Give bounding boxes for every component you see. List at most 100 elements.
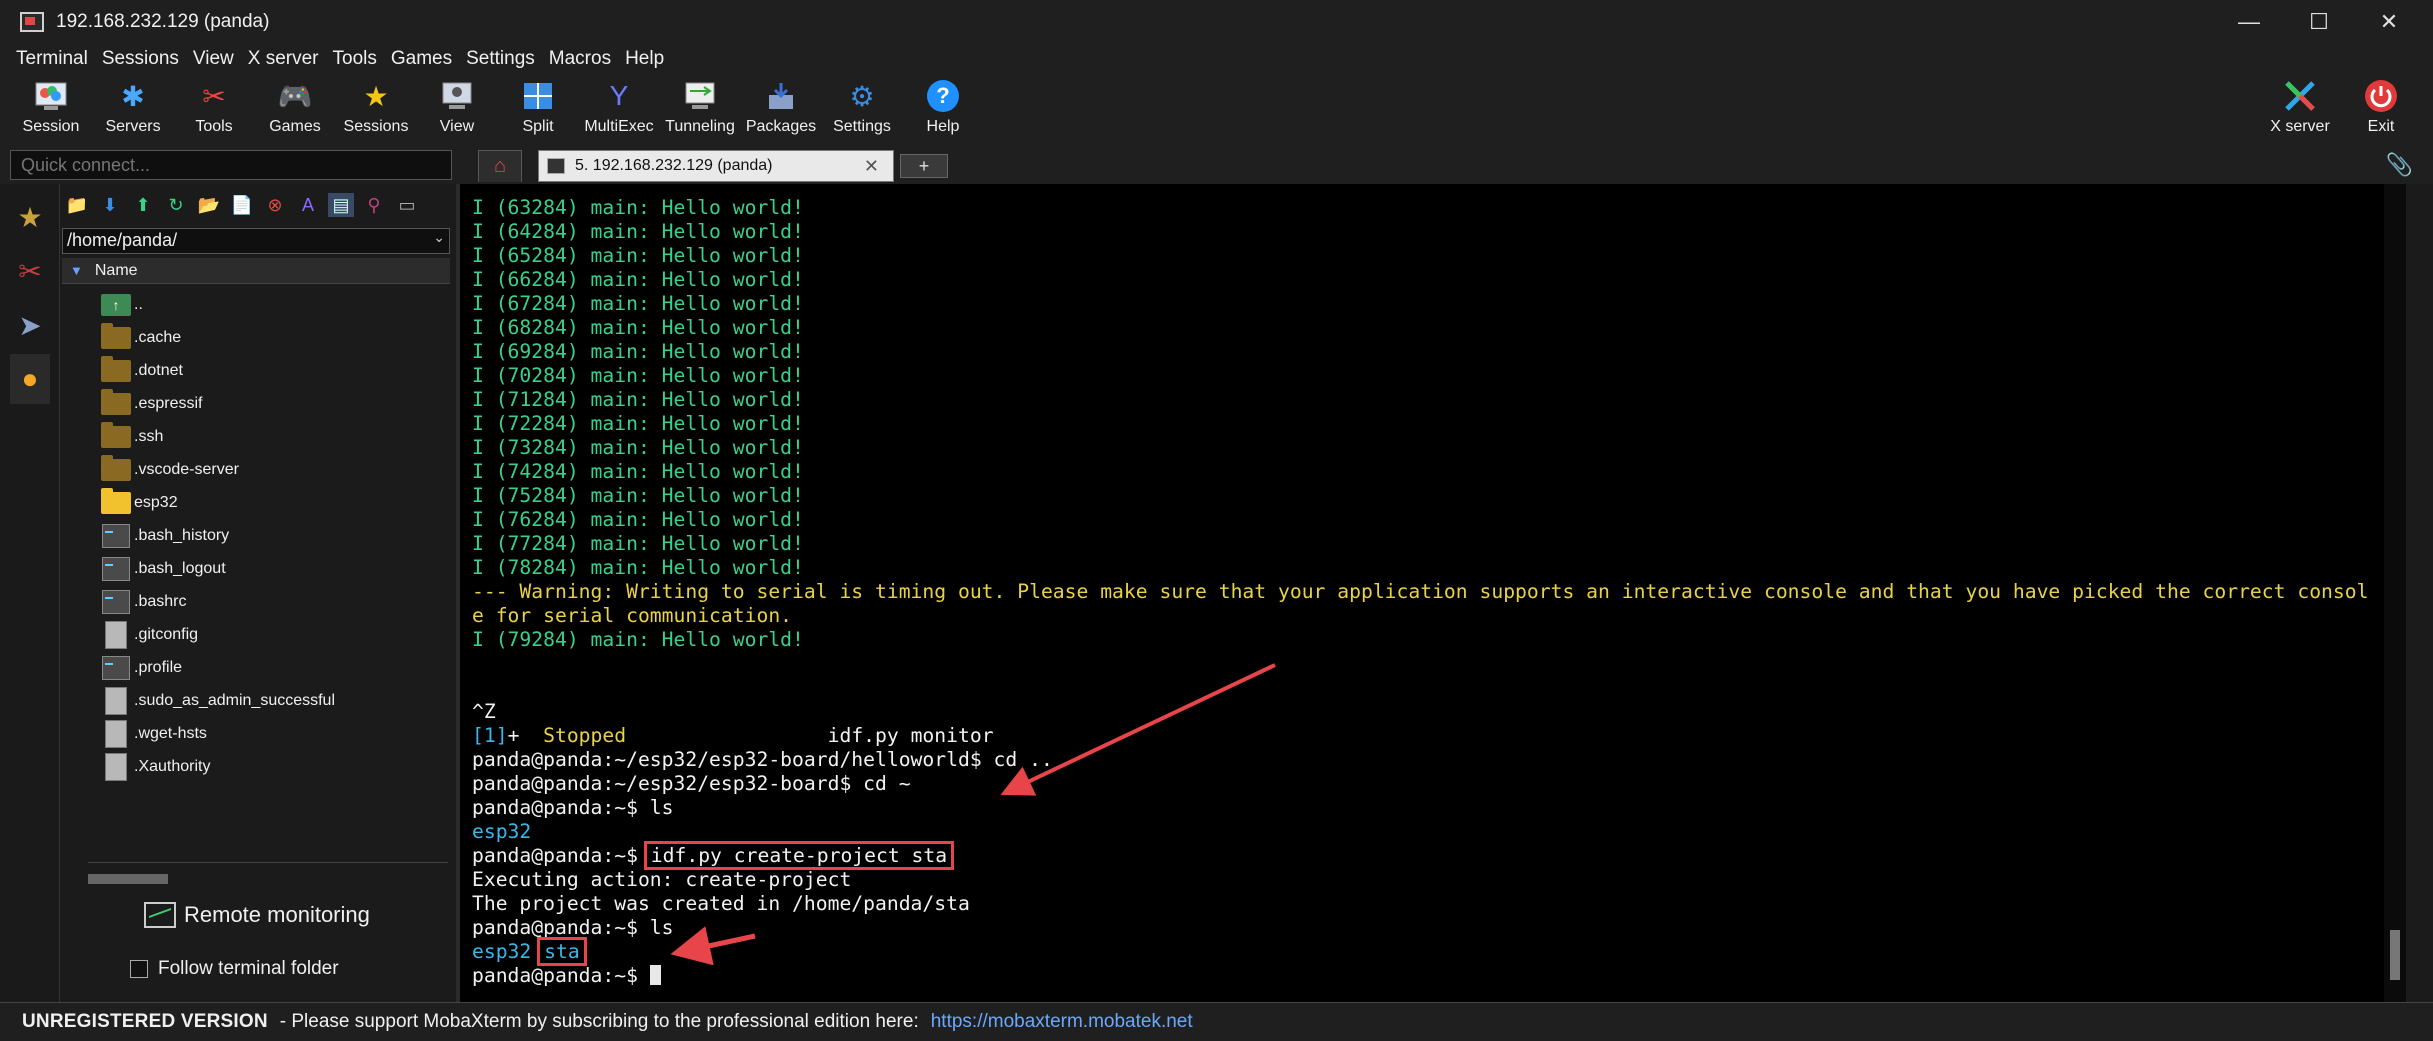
help-button[interactable]: ? Help bbox=[903, 78, 983, 144]
file-row[interactable]: .gitconfig bbox=[100, 620, 198, 650]
menu-view[interactable]: View bbox=[186, 48, 241, 70]
terminal-line: I (66284) main: Hello world! bbox=[472, 268, 2402, 292]
parent-folder-icon[interactable]: 📁 bbox=[64, 193, 90, 217]
menu-games[interactable]: Games bbox=[384, 48, 459, 70]
star-icon: ★ bbox=[363, 80, 389, 112]
path-select[interactable]: /home/panda/ ⌄ bbox=[62, 228, 450, 254]
terminal-line: I (71284) main: Hello world! bbox=[472, 388, 2402, 412]
terminal-line: I (63284) main: Hello world! bbox=[472, 196, 2402, 220]
highlighted-command: idf.py create-project sta bbox=[643, 841, 955, 870]
rename-icon[interactable]: A bbox=[295, 193, 321, 217]
sftp-side-tab[interactable]: ● bbox=[10, 354, 50, 404]
paperclip-icon[interactable]: 📎 bbox=[2386, 152, 2413, 178]
follow-terminal-folder-checkbox[interactable]: Follow terminal folder bbox=[130, 958, 339, 980]
exit-button[interactable]: Exit bbox=[2341, 78, 2421, 144]
file-row[interactable]: .bash_history bbox=[100, 521, 229, 551]
minimize-button[interactable]: — bbox=[2214, 0, 2284, 44]
file-row[interactable]: .espressif bbox=[100, 389, 202, 419]
close-window-button[interactable]: ✕ bbox=[2354, 0, 2424, 44]
view-button[interactable]: View bbox=[417, 78, 497, 144]
terminal-scrollbar[interactable] bbox=[2384, 184, 2406, 1002]
file-name: .gitconfig bbox=[134, 626, 199, 643]
scrollbar-thumb[interactable] bbox=[2390, 930, 2400, 980]
delete-icon[interactable]: ⊗ bbox=[262, 193, 288, 217]
file-row[interactable]: .cache bbox=[100, 323, 181, 353]
terminal-line: panda@panda:~$ bbox=[472, 964, 2402, 988]
close-tab-button[interactable]: ✕ bbox=[864, 156, 879, 177]
download-icon[interactable]: ⬇ bbox=[97, 193, 123, 217]
file-row[interactable]: .sudo_as_admin_successful bbox=[100, 686, 335, 716]
file-row[interactable]: .ssh bbox=[100, 422, 163, 452]
terminal-text: panda@panda:~$ bbox=[472, 844, 650, 867]
servers-button[interactable]: ✱ Servers bbox=[93, 78, 173, 144]
terminal-line: I (67284) main: Hello world! bbox=[472, 292, 2402, 316]
terminal-text: I (73284) main: Hello world! bbox=[472, 436, 804, 459]
tools-side-tab[interactable]: ✂ bbox=[10, 246, 50, 296]
tools-icon: ✂ bbox=[202, 80, 226, 112]
name-column-header[interactable]: ▼ Name bbox=[62, 258, 450, 284]
help-icon: ? bbox=[925, 78, 961, 114]
file-row[interactable]: .dotnet bbox=[100, 356, 183, 386]
settings-button[interactable]: ⚙ Settings bbox=[822, 78, 902, 144]
sessions-star-tab[interactable]: ★ bbox=[10, 192, 50, 242]
menu-x-server[interactable]: X server bbox=[241, 48, 326, 70]
terminal-text: I (75284) main: Hello world! bbox=[472, 484, 804, 507]
settings-icon: ⚙ bbox=[849, 80, 875, 112]
macros-side-tab[interactable]: ➤ bbox=[10, 300, 50, 350]
wand-icon[interactable]: ⚲ bbox=[361, 193, 387, 217]
file-row[interactable]: .wget-hsts bbox=[100, 719, 207, 749]
xserver-icon bbox=[2282, 78, 2318, 114]
session-button[interactable]: Session bbox=[11, 78, 91, 144]
file-name: .ssh bbox=[134, 428, 164, 445]
new-file-icon[interactable]: 📄 bbox=[229, 193, 255, 217]
file-row[interactable]: .Xauthority bbox=[100, 752, 210, 782]
menu-terminal[interactable]: Terminal bbox=[0, 48, 95, 70]
home-tab[interactable]: ⌂ bbox=[478, 150, 522, 182]
tunneling-button[interactable]: Tunneling bbox=[660, 78, 740, 144]
session-tab[interactable]: 5. 192.168.232.129 (panda) ✕ bbox=[538, 150, 894, 182]
mobaxterm-app-icon bbox=[20, 12, 44, 32]
path-value: /home/panda/ bbox=[67, 230, 178, 250]
sidebar-scrollbar[interactable] bbox=[88, 874, 168, 884]
terminal-pane[interactable]: I (63284) main: Hello world! I (64284) ma… bbox=[456, 184, 2406, 1002]
properties-icon[interactable]: ▤ bbox=[328, 193, 354, 217]
menu-macros[interactable]: Macros bbox=[542, 48, 618, 70]
file-row[interactable]: esp32 bbox=[100, 488, 178, 518]
packages-button[interactable]: Packages bbox=[741, 78, 821, 144]
file-row[interactable]: .profile bbox=[100, 653, 182, 683]
upload-icon[interactable]: ⬆ bbox=[130, 193, 156, 217]
x-server-button[interactable]: X server bbox=[2260, 78, 2340, 144]
new-folder-icon[interactable]: 📂 bbox=[196, 193, 222, 217]
file-row[interactable]: ↑.. bbox=[100, 290, 143, 320]
tools-button[interactable]: ✂ Tools bbox=[174, 78, 254, 144]
sessions-button[interactable]: ★ Sessions bbox=[336, 78, 416, 144]
terminal-line: I (75284) main: Hello world! bbox=[472, 484, 2402, 508]
file-row[interactable]: .vscode-server bbox=[100, 455, 239, 485]
file-row[interactable]: .bashrc bbox=[100, 587, 186, 617]
remote-monitoring-button[interactable]: Remote monitoring bbox=[144, 902, 370, 928]
exit-icon bbox=[2363, 78, 2399, 114]
terminal-text: ^Z bbox=[472, 700, 496, 723]
checkbox[interactable] bbox=[130, 960, 148, 978]
mobaxterm-link[interactable]: https://mobaxterm.mobatek.net bbox=[931, 1011, 1193, 1033]
menu-tools[interactable]: Tools bbox=[326, 48, 384, 70]
folder-icon bbox=[100, 455, 132, 483]
title-bar: 192.168.232.129 (panda) — ☐ ✕ bbox=[0, 0, 2433, 44]
session-tab-label: 5. 192.168.232.129 (panda) bbox=[575, 157, 773, 174]
refresh-icon[interactable]: ↻ bbox=[163, 193, 189, 217]
maximize-button[interactable]: ☐ bbox=[2284, 0, 2354, 44]
terminal-text: panda@panda:~/esp32/esp32-board$ cd ~ bbox=[472, 772, 911, 795]
terminal-icon[interactable]: ▭ bbox=[394, 193, 420, 217]
file-row[interactable]: .bash_logout bbox=[100, 554, 226, 584]
monitor-icon bbox=[144, 902, 176, 928]
split-button[interactable]: Split bbox=[498, 78, 578, 144]
quick-connect-input[interactable] bbox=[10, 150, 452, 180]
menu-help[interactable]: Help bbox=[618, 48, 671, 70]
multiexec-button[interactable]: Y MultiExec bbox=[579, 78, 659, 144]
menu-sessions[interactable]: Sessions bbox=[95, 48, 186, 70]
new-tab-button[interactable]: + bbox=[900, 154, 948, 178]
menu-settings[interactable]: Settings bbox=[459, 48, 542, 70]
terminal-line: panda@panda:~/esp32/esp32-board/hellowor… bbox=[472, 748, 2402, 772]
column-header-label: Name bbox=[94, 261, 138, 279]
games-button[interactable]: 🎮 Games bbox=[255, 78, 335, 144]
